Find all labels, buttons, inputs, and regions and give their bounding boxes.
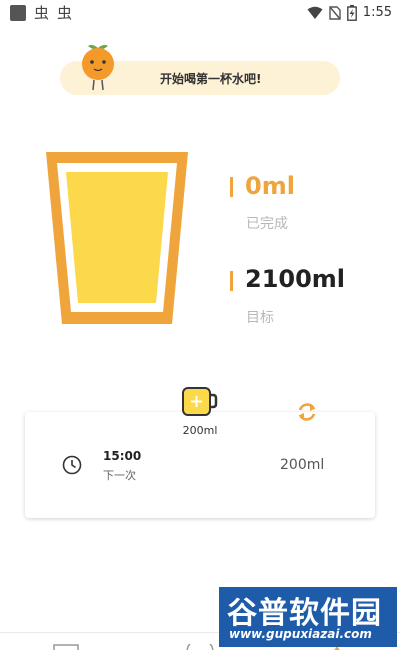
watermark-logo: 谷普软件园 www.gupuxiazai.com <box>219 587 397 647</box>
target-label: 目标 <box>246 310 274 326</box>
no-sim-icon <box>329 6 341 20</box>
reminder-amount[interactable]: 200ml <box>280 457 324 473</box>
app-notification-icon <box>10 5 26 21</box>
bug-notification-icon: 虫 <box>57 4 73 22</box>
status-time: 1:55 <box>362 5 392 20</box>
next-reminder-label: 下一次 <box>103 469 136 482</box>
watermark-url: www.gupuxiazai.com <box>229 627 372 641</box>
nav-home-icon[interactable] <box>53 644 79 650</box>
water-tracker-screen: 虫 虫 1:55 开始喝第一杯水吧! 0ml 已完成 2100ml 目标 200… <box>0 0 400 650</box>
watermark-title: 谷普软件园 <box>227 596 382 631</box>
wifi-icon <box>307 6 323 19</box>
status-bar-right: 1:55 <box>307 4 392 22</box>
add-cup-button[interactable] <box>182 387 218 417</box>
water-cup <box>46 152 188 324</box>
cup-size-label: 200ml <box>182 424 218 437</box>
status-bar-left: 虫 虫 <box>10 4 72 22</box>
completed-label: 已完成 <box>246 216 288 232</box>
orange-mascot-icon <box>82 44 114 91</box>
status-bar: 虫 虫 1:55 <box>0 0 400 28</box>
completed-accent-bar <box>230 177 233 197</box>
nav-stats-icon[interactable] <box>185 644 215 650</box>
target-accent-bar <box>230 271 233 291</box>
refresh-icon[interactable] <box>296 401 318 423</box>
banner-text: 开始喝第一杯水吧! <box>160 72 262 86</box>
bug-notification-icon: 虫 <box>34 4 50 22</box>
battery-charging-icon <box>346 5 357 21</box>
target-value: 2100ml <box>245 265 346 293</box>
completed-value: 0ml <box>245 172 295 200</box>
clock-icon <box>62 455 82 475</box>
reminder-time: 15:00 <box>103 449 142 463</box>
